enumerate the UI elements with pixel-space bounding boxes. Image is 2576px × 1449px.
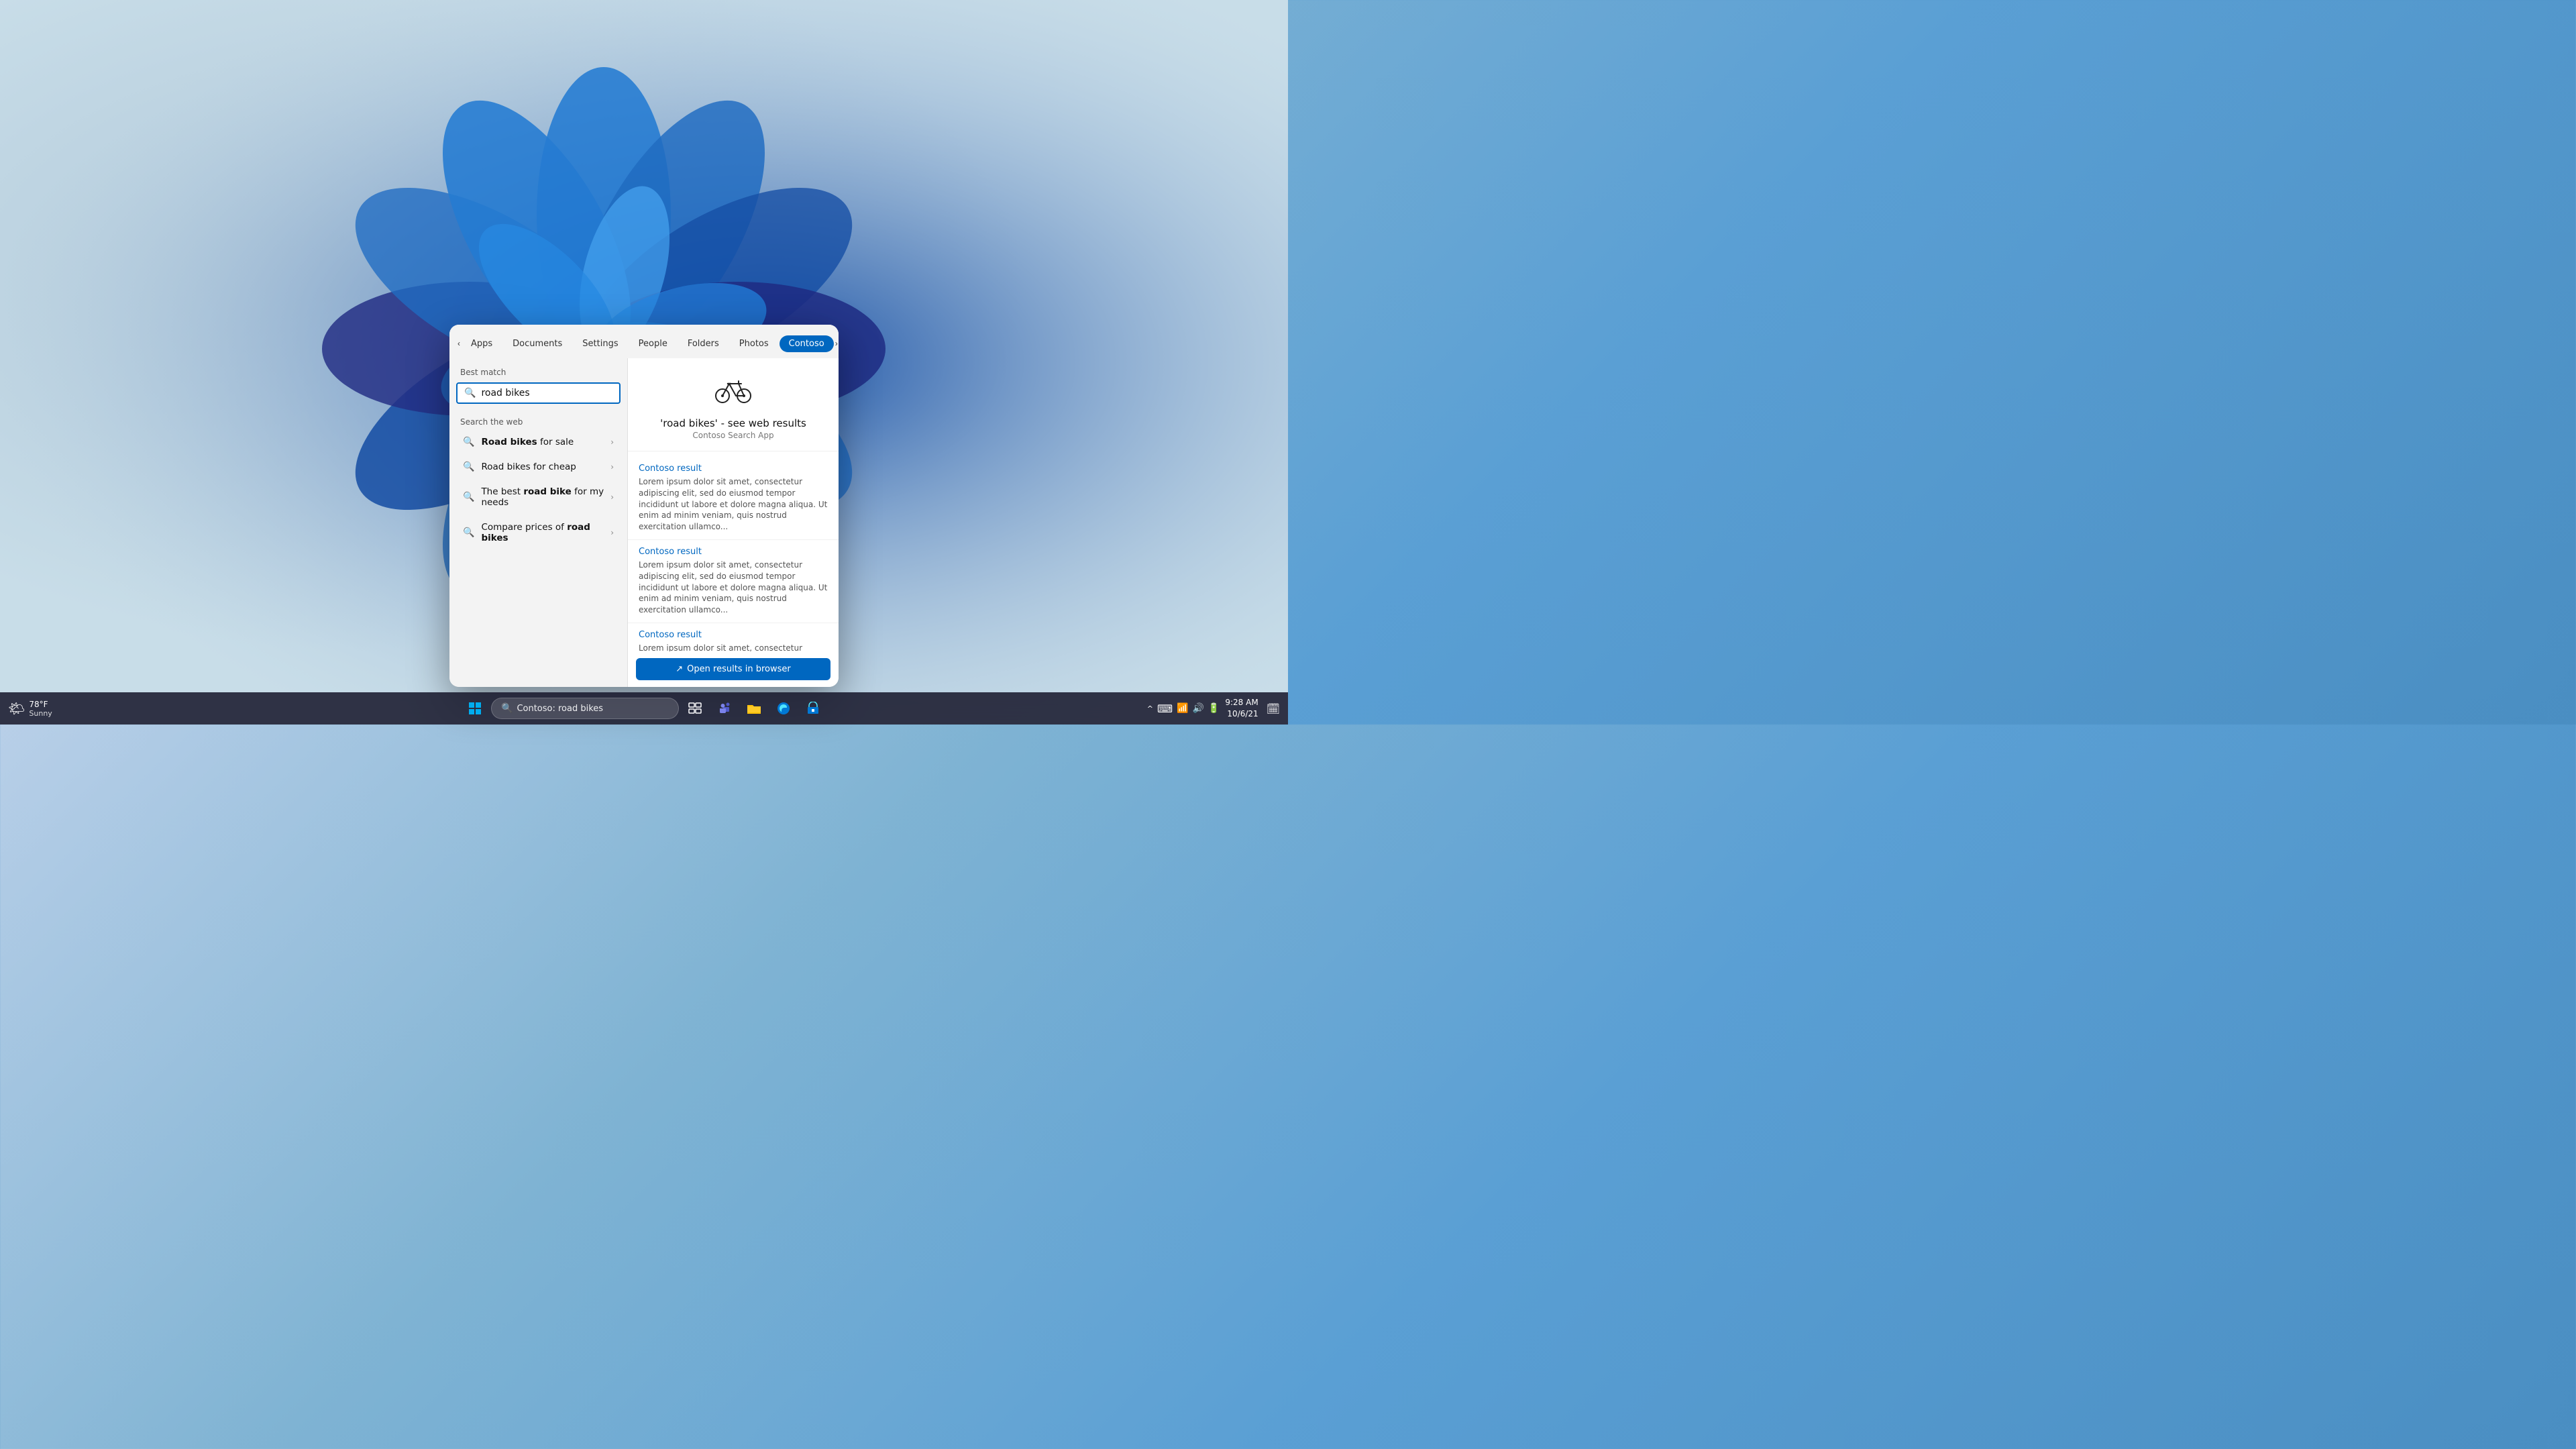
suggestion-3[interactable]: 🔍 The best road bike for my needs › xyxy=(453,480,623,515)
search-icon: 🔍 xyxy=(464,388,476,398)
best-match-label: Best match xyxy=(449,365,627,382)
suggestion-text-3: The best road bike for my needs xyxy=(481,486,604,508)
tab-settings[interactable]: Settings xyxy=(573,335,627,352)
tab-photos[interactable]: Photos xyxy=(730,335,778,352)
result-title-2: Contoso result xyxy=(639,547,828,557)
taskbar-center: 🔍 Contoso: road bikes xyxy=(462,695,826,722)
suggestion-arrow-2: › xyxy=(610,462,614,472)
suggestion-search-icon-1: 🔍 xyxy=(463,437,474,447)
battery-icon[interactable]: 🔋 xyxy=(1208,703,1220,714)
chevron-icon[interactable]: ^ xyxy=(1147,704,1153,713)
task-view-button[interactable] xyxy=(682,695,708,722)
suggestion-arrow-3: › xyxy=(610,492,614,502)
suggestion-4[interactable]: 🔍 Compare prices of road bikes › xyxy=(453,515,623,550)
tab-people[interactable]: People xyxy=(629,335,677,352)
left-panel: Best match 🔍 road bikes Search the web 🔍… xyxy=(449,358,627,687)
clock-time: 9:28 AM xyxy=(1225,697,1258,708)
results-list: Contoso result Lorem ipsum dolor sit ame… xyxy=(628,451,839,651)
notification-button[interactable]: 🗓 xyxy=(1267,702,1280,715)
suggestion-text-1: Road bikes for sale xyxy=(481,437,604,447)
open-browser-icon: ↗ xyxy=(676,664,683,674)
tab-contoso[interactable]: Contoso xyxy=(780,335,834,352)
clock-date: 10/6/21 xyxy=(1225,708,1258,720)
result-desc-1: Lorem ipsum dolor sit amet, consectetur … xyxy=(639,476,828,533)
right-panel: 'road bikes' - see web results Contoso S… xyxy=(627,358,839,687)
nav-prev-button[interactable]: ‹ xyxy=(458,334,460,353)
suggestion-arrow-4: › xyxy=(610,528,614,537)
open-browser-label: Open results in browser xyxy=(687,664,791,674)
search-popup: ‹ Apps Documents Settings People Folders… xyxy=(449,325,839,687)
store-button[interactable] xyxy=(800,695,826,722)
right-subtitle: Contoso Search App xyxy=(641,431,825,440)
file-explorer-button[interactable] xyxy=(741,695,767,722)
edge-button[interactable] xyxy=(770,695,797,722)
open-browser-button[interactable]: ↗ Open results in browser xyxy=(636,658,830,680)
suggestion-search-icon-3: 🔍 xyxy=(463,492,474,502)
suggestion-arrow-1: › xyxy=(610,437,614,447)
suggestion-text-2: Road bikes for cheap xyxy=(481,462,604,472)
result-title-3: Contoso result xyxy=(639,630,828,640)
system-tray: ^ ⌨ 📶 🔊 🔋 xyxy=(1147,702,1220,715)
system-clock[interactable]: 9:28 AM 10/6/21 xyxy=(1225,697,1258,720)
weather-condition: Sunny xyxy=(29,709,52,718)
taskbar-left: 🌤 78°F Sunny xyxy=(8,700,52,718)
volume-icon[interactable]: 🔊 xyxy=(1192,703,1203,714)
taskbar-right: ^ ⌨ 📶 🔊 🔋 9:28 AM 10/6/21 🗓 xyxy=(1147,697,1280,720)
taskbar-search-icon: 🔍 xyxy=(501,703,513,714)
result-desc-3: Lorem ipsum dolor sit amet, consectetur … xyxy=(639,643,828,651)
search-input-text: road bikes xyxy=(481,388,612,398)
result-title-1: Contoso result xyxy=(639,464,828,474)
suggestion-text-4: Compare prices of road bikes xyxy=(481,522,604,543)
right-title: 'road bikes' - see web results xyxy=(641,417,825,429)
suggestion-search-icon-4: 🔍 xyxy=(463,527,474,538)
nav-next-button[interactable]: › xyxy=(835,334,838,353)
start-button[interactable] xyxy=(462,695,488,722)
tab-folders[interactable]: Folders xyxy=(678,335,729,352)
suggestion-2[interactable]: 🔍 Road bikes for cheap › xyxy=(453,455,623,479)
popup-body: Best match 🔍 road bikes Search the web 🔍… xyxy=(449,358,839,687)
taskbar-search-text: Contoso: road bikes xyxy=(517,704,603,714)
tab-apps[interactable]: Apps xyxy=(462,335,502,352)
search-input-row[interactable]: 🔍 road bikes xyxy=(456,382,621,404)
taskbar-search-bar[interactable]: 🔍 Contoso: road bikes xyxy=(491,698,679,719)
suggestion-1[interactable]: 🔍 Road bikes for sale › xyxy=(453,430,623,454)
teams-button[interactable] xyxy=(711,695,738,722)
result-item-1[interactable]: Contoso result Lorem ipsum dolor sit ame… xyxy=(628,457,839,540)
result-item-3[interactable]: Contoso result Lorem ipsum dolor sit ame… xyxy=(628,623,839,651)
weather-widget[interactable]: 🌤 78°F Sunny xyxy=(8,700,52,718)
result-desc-2: Lorem ipsum dolor sit amet, consectetur … xyxy=(639,559,828,616)
popup-header: ‹ Apps Documents Settings People Folders… xyxy=(449,325,839,358)
tab-documents[interactable]: Documents xyxy=(503,335,572,352)
keyboard-icon[interactable]: ⌨ xyxy=(1157,702,1173,715)
search-web-label: Search the web xyxy=(449,412,627,429)
wifi-icon[interactable]: 📶 xyxy=(1177,703,1188,714)
weather-icon: 🌤 xyxy=(8,700,25,716)
right-header: 'road bikes' - see web results Contoso S… xyxy=(628,358,839,451)
bike-icon xyxy=(641,374,825,412)
result-item-2[interactable]: Contoso result Lorem ipsum dolor sit ame… xyxy=(628,540,839,623)
filter-tabs: ‹ Apps Documents Settings People Folders… xyxy=(458,331,830,358)
suggestion-search-icon-2: 🔍 xyxy=(463,462,474,472)
taskbar: 🌤 78°F Sunny 🔍 Contoso: road bikes xyxy=(0,692,1288,724)
weather-temp: 78°F xyxy=(29,700,52,709)
